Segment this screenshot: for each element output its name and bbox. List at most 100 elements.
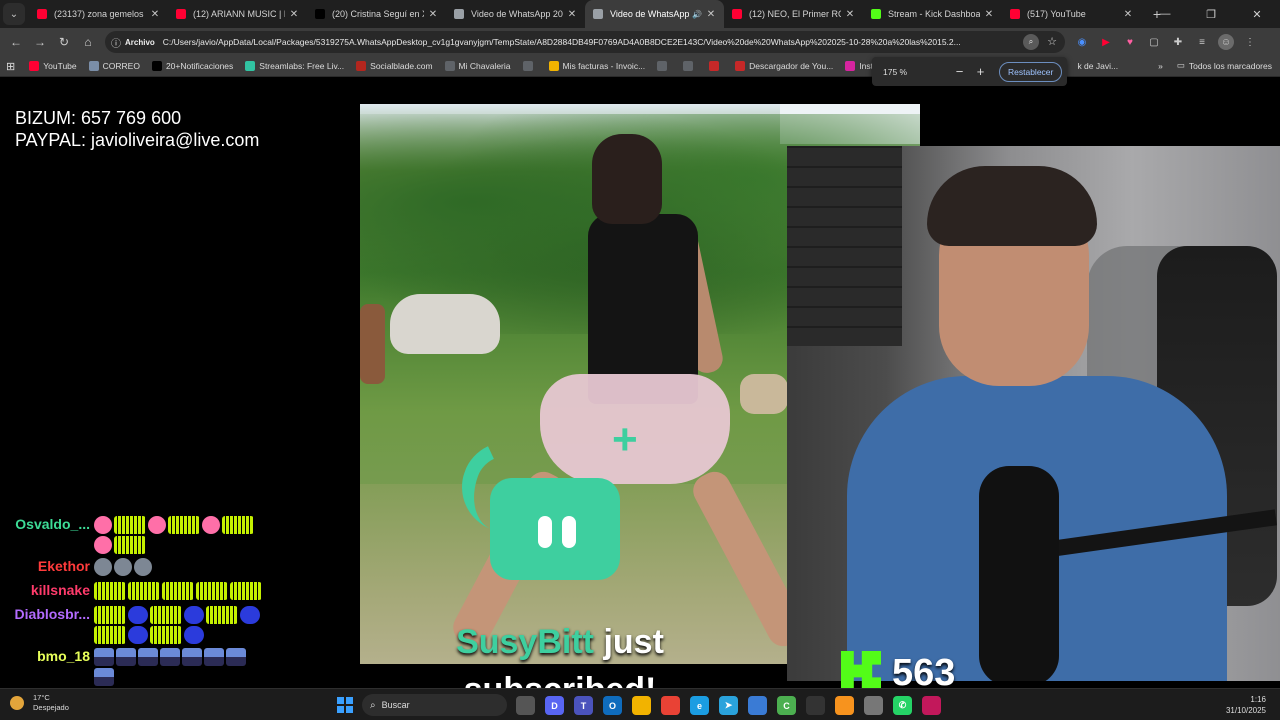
- app-grey-icon[interactable]: [864, 696, 883, 715]
- close-tab-icon[interactable]: ✕: [706, 9, 716, 20]
- chat-message: Diablosbr...: [6, 602, 266, 644]
- task-view-icon[interactable]: [516, 696, 535, 715]
- close-tab-icon[interactable]: ✕: [984, 9, 994, 20]
- app-orange-icon[interactable]: [835, 696, 854, 715]
- emote-car-icon: [160, 648, 180, 666]
- zoom-out-button[interactable]: −: [949, 64, 970, 79]
- site-info-icon[interactable]: ⓘ: [111, 35, 121, 50]
- tab-title: (12) NEO, El Primer ROBO: [749, 9, 841, 19]
- more-bookmarks-icon[interactable]: »: [1158, 61, 1163, 71]
- home-button[interactable]: ⌂: [76, 30, 100, 54]
- bookmark-item[interactable]: [709, 61, 723, 71]
- address-bar[interactable]: ⓘ Archivo C:/Users/javio/AppData/Local/P…: [105, 31, 1065, 53]
- webcam-shelf: [787, 146, 902, 346]
- bookmark-item[interactable]: [522, 61, 537, 71]
- close-tab-icon[interactable]: ✕: [567, 9, 577, 20]
- zoom-in-button[interactable]: +: [970, 64, 991, 79]
- bizum-line: BIZUM: 657 769 600: [15, 108, 182, 128]
- bookmark-item[interactable]: CORREO: [88, 61, 140, 71]
- streamlabs-mascot-icon: [490, 478, 620, 580]
- video-animal: [360, 304, 385, 384]
- explorer-icon[interactable]: [632, 696, 651, 715]
- edge-icon[interactable]: e: [690, 696, 709, 715]
- close-window-icon[interactable]: ✕: [1234, 0, 1280, 28]
- tab-search-menu-icon[interactable]: ⌄: [3, 3, 25, 25]
- emote-bars-icon: [114, 536, 146, 554]
- close-tab-icon[interactable]: ✕: [150, 9, 160, 20]
- apps-grid-icon[interactable]: ⊞: [6, 60, 15, 73]
- outlook-icon[interactable]: O: [603, 696, 622, 715]
- snip-icon[interactable]: [922, 696, 941, 715]
- browser-tab[interactable]: (12) ARIANN MUSIC | ME ✕: [168, 0, 307, 28]
- system-clock[interactable]: 1:16 31/10/2025: [1226, 694, 1266, 716]
- bookmarks-right: k de Javi... » ▭ Todos los marcadores: [1077, 60, 1272, 71]
- emote-blue-icon: [240, 606, 260, 624]
- tab-title: (517) YouTube: [1027, 9, 1086, 19]
- store-green-icon[interactable]: C: [777, 696, 796, 715]
- teams-icon[interactable]: T: [574, 696, 593, 715]
- bookmark-item[interactable]: YouTube: [29, 61, 77, 71]
- browser-alt-icon[interactable]: [748, 696, 767, 715]
- minimize-icon[interactable]: —: [1142, 0, 1188, 28]
- taskbar-search[interactable]: ⌕ Buscar: [362, 694, 507, 716]
- address-url[interactable]: C:/Users/javio/AppData/Local/Packages/53…: [163, 37, 1018, 47]
- restore-icon[interactable]: ❐: [1188, 0, 1234, 28]
- close-tab-icon[interactable]: ✕: [845, 9, 855, 20]
- browser-tab[interactable]: (517) YouTube ✕: [1002, 0, 1141, 28]
- bookmark-item[interactable]: 20+Notificaciones: [151, 61, 233, 71]
- taskbar-search-label: Buscar: [381, 700, 410, 710]
- profile-avatar[interactable]: ☺: [1218, 34, 1234, 50]
- youtube-extension-icon[interactable]: ▶: [1098, 34, 1114, 50]
- emote-car-icon: [182, 648, 202, 666]
- browser-tab[interactable]: Video de WhatsApp 2025 ✕: [446, 0, 585, 28]
- reading-list-icon[interactable]: ≡: [1194, 34, 1210, 50]
- browser-tab[interactable]: (23137) zona gemelos - Yo ✕: [29, 0, 168, 28]
- back-button[interactable]: ←: [4, 30, 28, 54]
- all-bookmarks-link[interactable]: Todos los marcadores: [1189, 61, 1272, 71]
- browser-tab[interactable]: Video de WhatsApp 2 🔊 ✕: [585, 0, 724, 28]
- close-tab-icon[interactable]: ✕: [289, 9, 299, 20]
- zoom-icon[interactable]: ⌕: [1023, 34, 1039, 50]
- bookmark-item[interactable]: Mis facturas - Invoic...: [548, 61, 645, 71]
- emote-bars-icon: [128, 582, 160, 600]
- chat-emotes: [94, 512, 264, 554]
- chrome-icon[interactable]: [661, 696, 680, 715]
- close-tab-icon[interactable]: ✕: [428, 9, 438, 20]
- obs-icon[interactable]: [806, 696, 825, 715]
- bookmark-item[interactable]: Mi Chavaleria: [444, 61, 511, 71]
- menu-kebab-icon[interactable]: ⋮: [1242, 34, 1258, 50]
- search-icon: ⌕: [370, 699, 376, 711]
- browser-tab[interactable]: (12) NEO, El Primer ROBO ✕: [724, 0, 863, 28]
- browser-tab[interactable]: (20) Cristina Seguí en X: " ✕: [307, 0, 446, 28]
- heart-extension-icon[interactable]: ♥: [1122, 34, 1138, 50]
- bookmark-item[interactable]: Streamlabs: Free Liv...: [245, 61, 344, 71]
- emote-blue-icon: [128, 626, 148, 644]
- whatsapp-icon[interactable]: ✆: [893, 696, 912, 715]
- browser-toolbar: ← → ↻ ⌂ ⓘ Archivo C:/Users/javio/AppData…: [0, 28, 1280, 56]
- bookmark-item[interactable]: Descargador de You...: [735, 61, 833, 71]
- bookmark-item[interactable]: [683, 61, 697, 71]
- audio-playing-icon[interactable]: 🔊: [692, 10, 702, 19]
- screen: ⌄ (23137) zona gemelos - Yo✕(12) ARIANN …: [0, 0, 1280, 720]
- extension-icon[interactable]: ▢: [1146, 34, 1162, 50]
- zoom-reset-button[interactable]: Restablecer: [999, 61, 1063, 82]
- extension-icon[interactable]: ◉: [1074, 34, 1090, 50]
- tab-title: (20) Cristina Seguí en X: ": [332, 9, 424, 19]
- tab-list: (23137) zona gemelos - Yo✕(12) ARIANN MU…: [29, 0, 1141, 28]
- extensions-puzzle-icon[interactable]: ✚: [1170, 34, 1186, 50]
- windows-start-icon[interactable]: [337, 697, 353, 713]
- discord-icon[interactable]: D: [545, 696, 564, 715]
- reload-button[interactable]: ↻: [52, 30, 76, 54]
- bookmark-item[interactable]: Socialblade.com: [356, 61, 433, 71]
- bookmark-item[interactable]: [657, 61, 671, 71]
- bookmark-favicon-icon: [29, 61, 40, 71]
- video-person-hair: [592, 134, 662, 224]
- forward-button[interactable]: →: [28, 30, 52, 54]
- close-tab-icon[interactable]: ✕: [1123, 9, 1133, 20]
- bookmark-partial[interactable]: k de Javi...: [1077, 61, 1118, 71]
- browser-tab[interactable]: Stream - Kick Dashboard ✕: [863, 0, 1002, 28]
- telegram-icon[interactable]: ➤: [719, 696, 738, 715]
- weather-widget[interactable]: 17°C Despejado: [10, 693, 69, 713]
- webcam-streamer-hair: [927, 166, 1097, 246]
- bookmark-star-icon[interactable]: ☆: [1047, 35, 1057, 48]
